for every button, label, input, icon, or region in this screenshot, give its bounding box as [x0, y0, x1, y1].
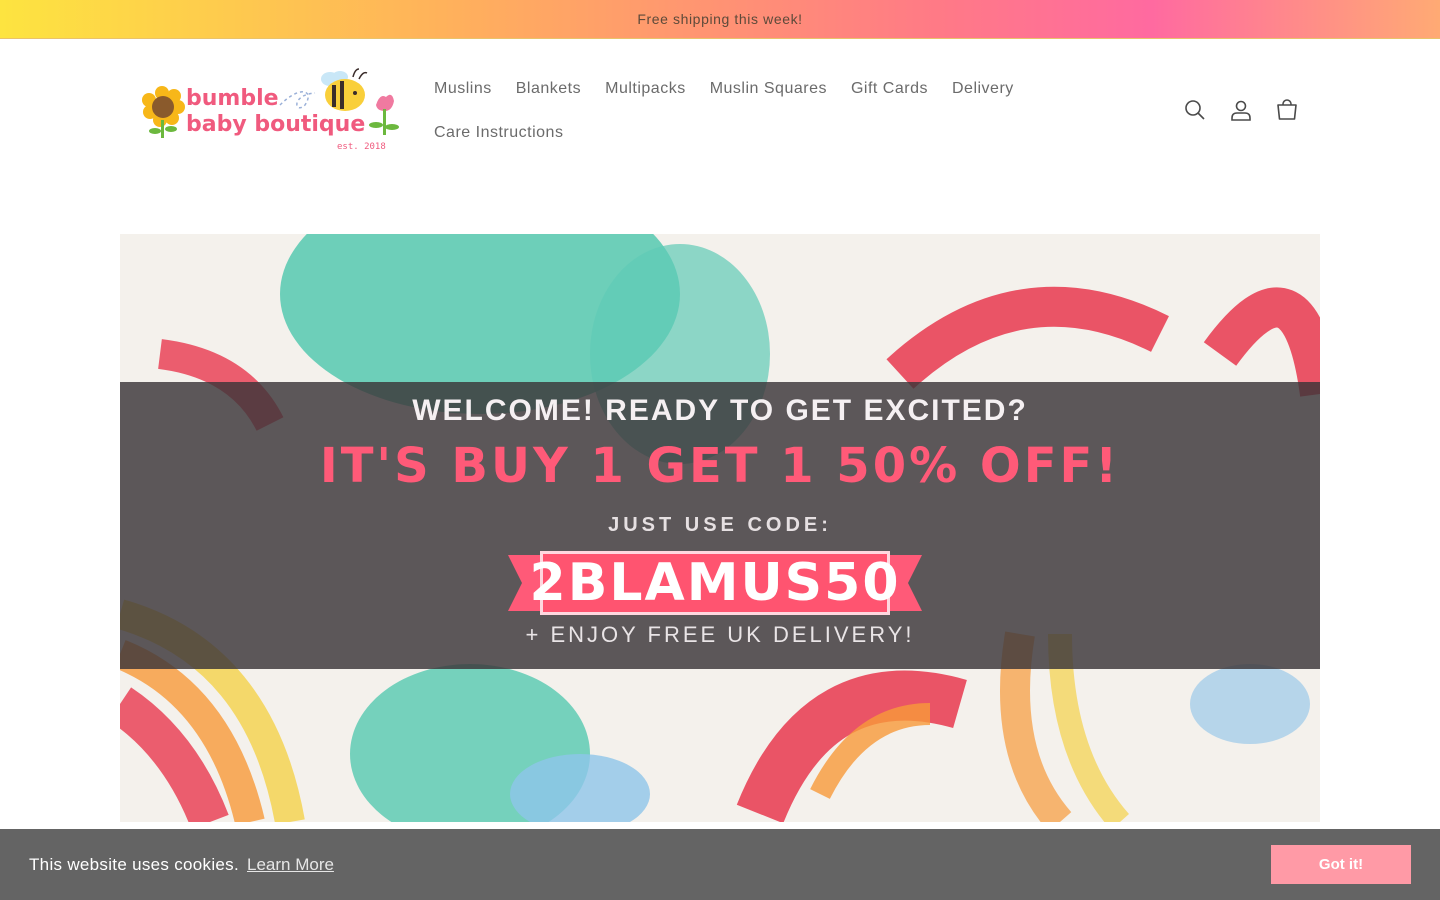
- promo-welcome-text: WELCOME! READY TO GET EXCITED?: [412, 394, 1028, 427]
- accept-cookies-button[interactable]: Got it!: [1271, 845, 1411, 884]
- brand-line1: bumble: [186, 86, 279, 111]
- learn-more-link[interactable]: Learn More: [247, 855, 334, 875]
- promo-code-label: JUST USE CODE:: [608, 514, 832, 536]
- nav-item-multipacks[interactable]: Multipacks: [593, 80, 698, 98]
- promo-offer-text: IT'S BUY 1 GET 1 50% OFF!: [319, 438, 1121, 494]
- nav-item-gift-cards[interactable]: Gift Cards: [839, 80, 940, 98]
- promo-overlay: WELCOME! READY TO GET EXCITED? IT'S BUY …: [120, 382, 1320, 669]
- announcement-text: Free shipping this week!: [637, 11, 803, 27]
- main-navigation: Muslins Blankets Multipacks Muslin Squar…: [422, 67, 1082, 155]
- cart-icon[interactable]: [1264, 87, 1310, 133]
- nav-item-blankets[interactable]: Blankets: [504, 80, 593, 98]
- nav-item-care-instructions[interactable]: Care Instructions: [422, 124, 575, 142]
- nav-item-muslin-squares[interactable]: Muslin Squares: [698, 80, 839, 98]
- announcement-bar: Free shipping this week!: [0, 0, 1440, 39]
- hero-banner[interactable]: WELCOME! READY TO GET EXCITED? IT'S BUY …: [120, 234, 1320, 822]
- search-icon[interactable]: [1172, 87, 1218, 133]
- cookie-message: This website uses cookies.: [29, 854, 239, 874]
- promo-code: 2BLAMUS50: [529, 551, 901, 615]
- bee-icon: [321, 68, 368, 111]
- cookie-banner: This website uses cookies. Learn More Go…: [0, 829, 1440, 900]
- sunflower-icon: [142, 86, 185, 138]
- brand-established: est. 2018: [337, 142, 386, 152]
- account-icon[interactable]: [1218, 87, 1264, 133]
- promo-delivery-text: + ENJOY FREE UK DELIVERY!: [525, 622, 915, 647]
- nav-item-delivery[interactable]: Delivery: [940, 80, 1026, 98]
- brand-line2: baby boutique: [186, 112, 365, 137]
- tulip-icon: [369, 94, 399, 135]
- brand-logo[interactable]: bumble baby boutique est. 2018: [140, 65, 400, 155]
- nav-item-muslins[interactable]: Muslins: [422, 80, 504, 98]
- header-icon-group: [1172, 87, 1310, 133]
- site-header: bumble baby boutique est. 2018 Muslins B…: [0, 39, 1440, 189]
- promo-code-ribbon: 2BLAMUS50: [508, 547, 922, 619]
